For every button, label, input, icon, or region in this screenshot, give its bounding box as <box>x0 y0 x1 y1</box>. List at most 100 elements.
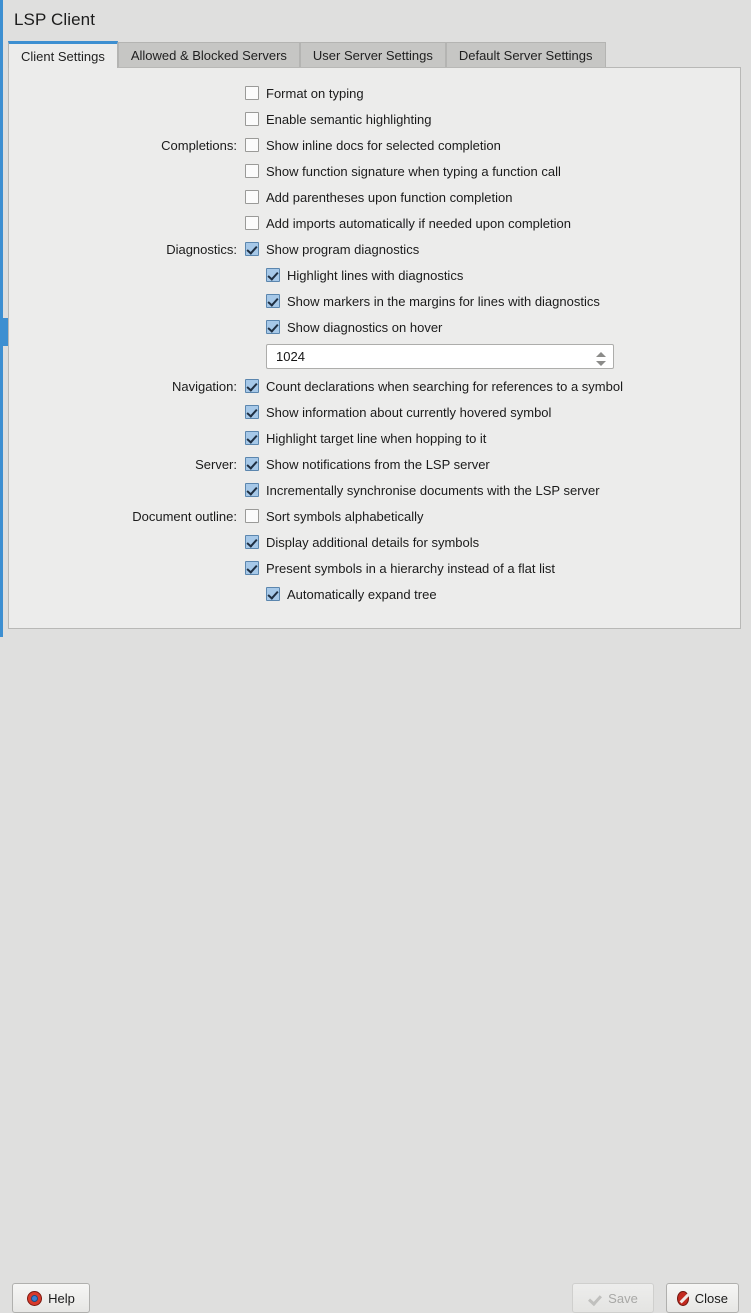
setting-row: Highlight target line when hopping to it <box>9 425 740 451</box>
checkbox-checked-icon[interactable] <box>266 268 280 282</box>
checkbox-unchecked-icon[interactable] <box>245 138 259 152</box>
checkbox-show-markers-in-the-margins-for-lines-with-diagn[interactable]: Show markers in the margins for lines wi… <box>245 294 600 309</box>
checkbox-checked-icon[interactable] <box>266 294 280 308</box>
checkbox-checked-icon[interactable] <box>245 431 259 445</box>
checkbox-label: Present symbols in a hierarchy instead o… <box>266 560 556 576</box>
tab-default-server-settings[interactable]: Default Server Settings <box>445 42 606 68</box>
setting-row: Enable semantic highlighting <box>9 106 740 132</box>
checkbox-unchecked-icon[interactable] <box>245 112 259 126</box>
checkbox-show-information-about-currently-hovered-symbol[interactable]: Show information about currently hovered… <box>245 405 551 420</box>
settings-list: Format on typing Enable semantic highligh… <box>9 68 740 607</box>
checkbox-checked-icon[interactable] <box>245 242 259 256</box>
setting-row: Format on typing <box>9 80 740 106</box>
checkbox-format-on-typing[interactable]: Format on typing <box>245 86 364 101</box>
checkbox-display-additional-details-for-symbols[interactable]: Display additional details for symbols <box>245 535 479 550</box>
vertical-scroll-thumb[interactable] <box>0 318 8 346</box>
check-icon <box>588 1293 602 1304</box>
checkbox-enable-semantic-highlighting[interactable]: Enable semantic highlighting <box>245 112 432 127</box>
checkbox-show-function-signature-when-typing-a-function-c[interactable]: Show function signature when typing a fu… <box>245 164 561 179</box>
checkbox-unchecked-icon[interactable] <box>245 216 259 230</box>
checkbox-label: Count declarations when searching for re… <box>266 378 623 394</box>
setting-row: Highlight lines with diagnostics <box>9 262 740 288</box>
checkbox-show-program-diagnostics[interactable]: Show program diagnostics <box>245 242 419 257</box>
help-button[interactable]: Help <box>12 1283 90 1313</box>
lifebuoy-icon <box>27 1290 43 1306</box>
checkbox-checked-icon[interactable] <box>245 535 259 549</box>
checkbox-present-symbols-in-a-hierarchy-instead-of-a-flat[interactable]: Present symbols in a hierarchy instead o… <box>245 561 555 576</box>
setting-row: Show function signature when typing a fu… <box>9 158 740 184</box>
setting-row: Show markers in the margins for lines wi… <box>9 288 740 314</box>
checkbox-label: Incrementally synchronise documents with… <box>266 482 600 498</box>
setting-group-label: Diagnostics: <box>166 241 237 257</box>
checkbox-label: Show markers in the margins for lines wi… <box>287 293 600 309</box>
setting-row: Add parentheses upon function completion <box>9 184 740 210</box>
checkbox-label: Show information about currently hovered… <box>266 404 552 420</box>
checkbox-checked-icon[interactable] <box>245 483 259 497</box>
checkbox-highlight-target-line-when-hopping-to-it[interactable]: Highlight target line when hopping to it <box>245 431 486 446</box>
checkbox-checked-icon[interactable] <box>245 405 259 419</box>
help-button-label: Help <box>48 1290 75 1306</box>
tab-user-server-settings[interactable]: User Server Settings <box>299 42 446 68</box>
checkbox-label: Show inline docs for selected completion <box>266 137 501 153</box>
checkbox-checked-icon[interactable] <box>245 457 259 471</box>
checkbox-checked-icon[interactable] <box>245 561 259 575</box>
setting-row: Completions: Show inline docs for selecte… <box>9 132 740 158</box>
page-title: LSP Client <box>14 10 96 29</box>
checkbox-label: Show notifications from the LSP server <box>266 456 490 472</box>
checkbox-unchecked-icon[interactable] <box>245 86 259 100</box>
setting-group-label: Server: <box>195 456 237 472</box>
setting-row: Server: Show notifications from the LSP s… <box>9 451 740 477</box>
checkbox-label: Show program diagnostics <box>266 241 420 257</box>
checkbox-show-diagnostics-on-hover[interactable]: Show diagnostics on hover <box>245 320 442 335</box>
close-button-label: Close <box>694 1290 728 1306</box>
checkbox-count-declarations-when-searching-for-references[interactable]: Count declarations when searching for re… <box>245 379 623 394</box>
checkbox-label: Add parentheses upon function completion <box>266 189 513 205</box>
checkbox-label: Sort symbols alphabetically <box>266 508 424 524</box>
save-button-label: Save <box>608 1290 638 1306</box>
settings-panel: Format on typing Enable semantic highligh… <box>8 67 741 629</box>
checkbox-label: Format on typing <box>266 85 364 101</box>
setting-row: Document outline: Sort symbols alphabetic… <box>9 503 740 529</box>
setting-row: Diagnostics: Show program diagnostics <box>9 236 740 262</box>
checkbox-label: Add imports automatically if needed upon… <box>266 215 571 231</box>
setting-row: Add imports automatically if needed upon… <box>9 210 740 236</box>
tab-bar: Client Settings Allowed & Blocked Servers… <box>8 41 606 68</box>
checkbox-unchecked-icon[interactable] <box>245 509 259 523</box>
checkbox-show-inline-docs-for-selected-completion[interactable]: Show inline docs for selected completion <box>245 138 501 153</box>
checkbox-highlight-lines-with-diagnostics[interactable]: Highlight lines with diagnostics <box>245 268 463 283</box>
spinbox-value: 1024 <box>276 349 305 364</box>
checkbox-label: Display additional details for symbols <box>266 534 480 550</box>
setting-row: Navigation: Count declarations when searc… <box>9 373 740 399</box>
checkbox-show-notifications-from-the-lsp-server[interactable]: Show notifications from the LSP server <box>245 457 490 472</box>
setting-row: Display additional details for symbols <box>9 529 740 555</box>
setting-row: Show diagnostics on hover <box>9 314 740 340</box>
tab-allowed-blocked-servers[interactable]: Allowed & Blocked Servers <box>117 42 300 68</box>
checkbox-add-imports-automatically-if-needed-upon-complet[interactable]: Add imports automatically if needed upon… <box>245 216 571 231</box>
setting-group-label: Completions: <box>161 137 237 153</box>
setting-row: Present symbols in a hierarchy instead o… <box>9 555 740 581</box>
spinbox-arrows[interactable] <box>594 346 607 367</box>
setting-row: Automatically expand tree <box>9 581 740 607</box>
checkbox-unchecked-icon[interactable] <box>245 164 259 178</box>
checkbox-incrementally-synchronise-documents-with-the-lsp[interactable]: Incrementally synchronise documents with… <box>245 483 600 498</box>
diagnostics-limit-row: 1024 <box>9 340 740 373</box>
diagnostics-limit-spinbox[interactable]: 1024 <box>266 344 614 369</box>
checkbox-add-parentheses-upon-function-completion[interactable]: Add parentheses upon function completion <box>245 190 512 205</box>
tab-client-settings[interactable]: Client Settings <box>8 41 118 68</box>
close-button[interactable]: Close <box>666 1283 739 1313</box>
deny-circle-icon <box>677 1290 689 1306</box>
checkbox-checked-icon[interactable] <box>266 320 280 334</box>
setting-group-label: Navigation: <box>171 378 237 394</box>
checkbox-checked-icon[interactable] <box>245 379 259 393</box>
chevron-up-icon[interactable] <box>595 352 606 357</box>
checkbox-checked-icon[interactable] <box>266 587 280 601</box>
checkbox-unchecked-icon[interactable] <box>245 190 259 204</box>
checkbox-label: Highlight target line when hopping to it <box>266 430 487 446</box>
checkbox-automatically-expand-tree[interactable]: Automatically expand tree <box>245 587 437 602</box>
checkbox-label: Automatically expand tree <box>287 586 437 602</box>
checkbox-sort-symbols-alphabetically[interactable]: Sort symbols alphabetically <box>245 509 424 524</box>
setting-group-label: Document outline: <box>132 508 237 524</box>
checkbox-label: Highlight lines with diagnostics <box>287 267 464 283</box>
save-button[interactable]: Save <box>572 1283 654 1313</box>
setting-row: Show information about currently hovered… <box>9 399 740 425</box>
